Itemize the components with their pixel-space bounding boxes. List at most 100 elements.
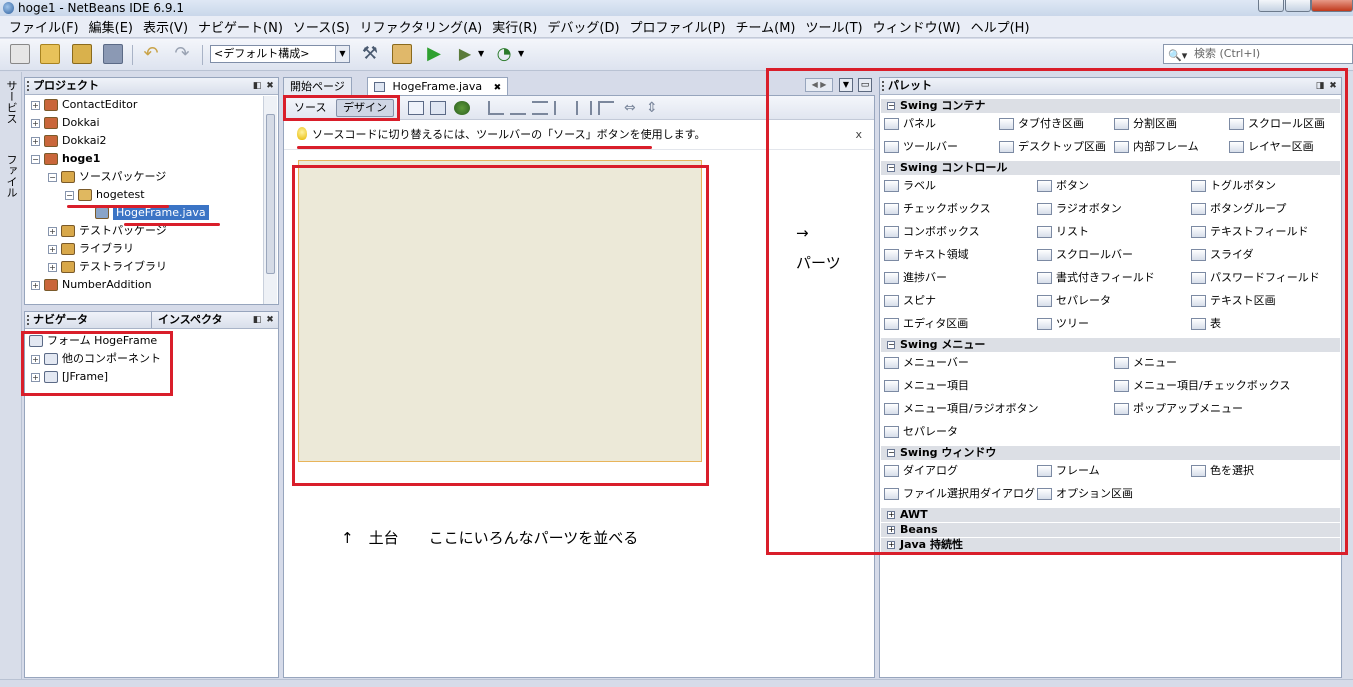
palette-item[interactable]: ファイル選択用ダイアログ xyxy=(884,485,1035,503)
menu-item[interactable]: ソース(S) xyxy=(288,17,355,36)
expand-icon[interactable]: + xyxy=(31,372,40,382)
drag-handle-icon[interactable] xyxy=(27,315,30,325)
palette-item[interactable]: ツリー xyxy=(1037,315,1089,333)
align-top-icon[interactable] xyxy=(554,101,570,115)
palette-item[interactable]: セパレータ xyxy=(884,423,958,441)
tab-navigator[interactable]: ナビゲータ xyxy=(33,313,88,326)
expand-icon[interactable]: + xyxy=(887,511,895,519)
palette-item[interactable]: ボタン xyxy=(1037,177,1089,195)
design-view-button[interactable]: デザイン xyxy=(336,99,394,117)
collapse-icon[interactable]: − xyxy=(887,164,895,172)
minimize-panel-icon[interactable]: ◧ xyxy=(252,315,262,325)
project-tree-item[interactable]: + テストライブラリ xyxy=(48,258,167,276)
palette-item[interactable]: 内部フレーム xyxy=(1114,138,1199,156)
collapse-icon[interactable]: − xyxy=(887,341,895,349)
palette-item[interactable]: フレーム xyxy=(1037,462,1100,480)
palette-item[interactable]: チェックボックス xyxy=(884,200,991,218)
preview-design-icon[interactable] xyxy=(454,101,470,115)
palette-item[interactable]: スクロール区画 xyxy=(1229,115,1325,133)
palette-item[interactable]: テキスト区画 xyxy=(1191,292,1276,310)
source-view-button[interactable]: ソース xyxy=(287,99,333,117)
tab-hogeframe-java[interactable]: HogeFrame.java ✖ xyxy=(367,77,509,96)
navigator-tree-item[interactable]: + [JFrame] xyxy=(31,368,108,386)
close-panel-icon[interactable]: ✖ xyxy=(1328,81,1338,91)
palette-category[interactable]: − Swing コントロール xyxy=(881,161,1340,175)
expand-icon[interactable]: + xyxy=(31,354,40,364)
palette-item[interactable]: スライダ xyxy=(1191,246,1254,264)
navigator-tree-item[interactable]: フォーム HogeFrame xyxy=(29,332,157,350)
palette-item[interactable]: テキスト領域 xyxy=(884,246,969,264)
collapse-icon[interactable]: − xyxy=(65,190,74,200)
menu-item[interactable]: デバッグ(D) xyxy=(542,17,624,36)
palette-item[interactable]: タブ付き区画 xyxy=(999,115,1084,133)
palette-item[interactable]: 表 xyxy=(1191,315,1221,333)
close-tab-icon[interactable]: ✖ xyxy=(494,83,502,93)
collapse-icon[interactable]: − xyxy=(31,154,40,164)
palette-category[interactable]: − Swing メニュー xyxy=(881,338,1340,352)
palette-item[interactable]: テキストフィールド xyxy=(1191,223,1308,241)
collapse-icon[interactable]: − xyxy=(887,449,895,457)
palette-item[interactable]: メニューバー xyxy=(884,354,969,372)
project-tree-item[interactable]: − hoge1 xyxy=(31,150,100,168)
new-project-icon[interactable] xyxy=(40,44,60,64)
minimize-panel-icon[interactable]: ◧ xyxy=(252,81,262,91)
menu-item[interactable]: ナビゲート(N) xyxy=(193,17,288,36)
palette-item[interactable]: メニュー xyxy=(1114,354,1177,372)
close-panel-icon[interactable]: ✖ xyxy=(265,81,275,91)
configuration-select[interactable]: <デフォルト構成> ▼ xyxy=(210,45,350,63)
project-tree-item[interactable]: + Dokkai xyxy=(31,114,100,132)
maximize-editor-icon[interactable]: ▭ xyxy=(858,78,872,92)
debug-icon[interactable]: ▶ xyxy=(455,44,475,64)
palette-item[interactable]: ツールバー xyxy=(884,138,958,156)
palette-item[interactable]: 進捗バー xyxy=(884,269,947,287)
expand-icon[interactable]: + xyxy=(48,244,57,254)
palette-category[interactable]: − Swing コンテナ xyxy=(881,99,1340,113)
project-tree-item[interactable]: − hogetest xyxy=(65,186,145,204)
project-tree-item[interactable]: + Dokkai2 xyxy=(31,132,107,150)
palette-item[interactable]: スピナ xyxy=(884,292,936,310)
menu-item[interactable]: ウィンドウ(W) xyxy=(868,17,966,36)
close-window-button[interactable] xyxy=(1311,0,1353,12)
drag-handle-icon[interactable] xyxy=(27,81,30,91)
scrollbar-thumb[interactable] xyxy=(266,114,275,274)
jframe-form-canvas[interactable] xyxy=(298,160,702,462)
palette-item[interactable]: ダイアログ xyxy=(884,462,958,480)
maximize-button[interactable] xyxy=(1285,0,1311,12)
tab-start-page[interactable]: 開始ページ xyxy=(283,77,352,95)
tab-inspector[interactable]: インスペクタ xyxy=(151,312,223,328)
minimize-button[interactable] xyxy=(1258,0,1284,12)
clean-build-icon[interactable] xyxy=(392,44,412,64)
undo-icon[interactable]: ↶ xyxy=(141,44,161,64)
resize-horizontal-icon[interactable]: ⇔ xyxy=(624,101,640,115)
palette-item[interactable]: オプション区画 xyxy=(1037,485,1133,503)
expand-icon[interactable]: + xyxy=(48,262,57,272)
palette-item[interactable]: ポップアップメニュー xyxy=(1114,400,1243,418)
palette-item[interactable]: メニュー項目 xyxy=(884,377,969,395)
palette-item[interactable]: 分割区画 xyxy=(1114,115,1177,133)
palette-item[interactable]: 色を選択 xyxy=(1191,462,1254,480)
quick-search-input[interactable]: 🔍▾ 検索 (Ctrl+I) xyxy=(1163,44,1353,64)
open-project-icon[interactable] xyxy=(72,44,92,64)
center-horizontal-icon[interactable] xyxy=(532,101,548,115)
chevron-down-icon[interactable]: ▼ xyxy=(518,44,538,64)
palette-item[interactable]: 書式付きフィールド xyxy=(1037,269,1155,287)
save-all-icon[interactable] xyxy=(103,44,123,64)
palette-item[interactable]: エディタ区画 xyxy=(884,315,968,333)
palette-item[interactable]: トグルボタン xyxy=(1191,177,1276,195)
run-icon[interactable]: ▶ xyxy=(424,44,444,64)
palette-category[interactable]: + Beans xyxy=(881,523,1340,537)
project-tree-item[interactable]: − ソースパッケージ xyxy=(48,168,166,186)
menu-item[interactable]: 表示(V) xyxy=(138,17,193,36)
connection-mode-icon[interactable] xyxy=(430,101,446,115)
palette-category[interactable]: − Swing ウィンドウ xyxy=(881,446,1340,460)
center-vertical-icon[interactable] xyxy=(598,101,614,115)
menu-item[interactable]: ファイル(F) xyxy=(4,17,84,36)
palette-item[interactable]: パスワードフィールド xyxy=(1191,269,1320,287)
close-panel-icon[interactable]: ✖ xyxy=(265,315,275,325)
palette-item[interactable]: スクロールバー xyxy=(1037,246,1133,264)
tab-list-dropdown-icon[interactable]: ▼ xyxy=(839,78,853,92)
tab-files[interactable]: ファイル xyxy=(3,154,19,198)
menu-item[interactable]: チーム(M) xyxy=(731,17,801,36)
new-file-icon[interactable] xyxy=(10,44,30,64)
navigator-tree-item[interactable]: + 他のコンポーネント xyxy=(31,350,161,368)
